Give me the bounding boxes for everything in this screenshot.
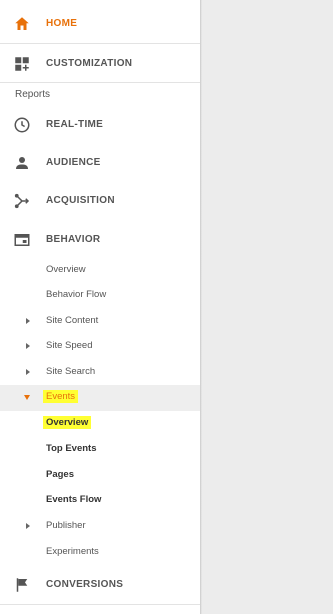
site-content[interactable]: Site Content bbox=[0, 310, 200, 334]
nav-item-realtime[interactable]: REAL-TIME bbox=[0, 105, 200, 144]
sub-item-label: Experiments bbox=[46, 546, 99, 557]
nav-item-customization[interactable]: CUSTOMIZATION bbox=[0, 44, 200, 83]
behavior-flow[interactable]: Behavior Flow bbox=[0, 284, 200, 308]
home-icon bbox=[12, 14, 32, 34]
pages[interactable]: Pages bbox=[0, 464, 200, 488]
person-icon bbox=[12, 153, 32, 173]
events-label-wrap: Events bbox=[43, 390, 79, 403]
events-overview[interactable]: Overview bbox=[0, 412, 200, 436]
nav-label-acquisition: ACQUISITION bbox=[46, 195, 115, 206]
caret-down-icon bbox=[24, 395, 30, 400]
sub-item-label: Site Content bbox=[46, 315, 99, 326]
events-label: Events bbox=[43, 390, 79, 403]
sub-item-label: Overview bbox=[46, 264, 86, 275]
nav-label-conversions: CONVERSIONS bbox=[46, 579, 124, 590]
sub-item-label: Publisher bbox=[46, 520, 86, 531]
site-search[interactable]: Site Search bbox=[0, 361, 200, 385]
sub-item-label: Events Flow bbox=[46, 494, 102, 505]
caret-right-icon bbox=[26, 343, 30, 349]
nav-item-behavior[interactable]: BEHAVIOR bbox=[0, 220, 200, 259]
browser-window-icon bbox=[12, 230, 32, 250]
nav-item-home[interactable]: HOME bbox=[0, 4, 200, 43]
dashboard-plus-icon bbox=[12, 54, 32, 74]
sub-item-label: Top Events bbox=[46, 443, 97, 454]
flag-icon bbox=[12, 575, 32, 595]
divider bbox=[0, 82, 200, 83]
nav-item-audience[interactable]: AUDIENCE bbox=[0, 143, 200, 182]
caret-right-icon bbox=[26, 369, 30, 375]
sub-item-label: Behavior Flow bbox=[46, 289, 107, 300]
nav-label-behavior: BEHAVIOR bbox=[46, 234, 101, 245]
experiments[interactable]: Experiments bbox=[0, 541, 200, 565]
events-overview-label: Overview bbox=[43, 416, 92, 429]
behavior-overview[interactable]: Overview bbox=[0, 259, 200, 283]
events-group[interactable]: Events bbox=[0, 385, 200, 411]
reports-heading: Reports bbox=[15, 89, 51, 100]
divider bbox=[0, 604, 200, 605]
nav-label-realtime: REAL-TIME bbox=[46, 119, 104, 130]
nav-label-audience: AUDIENCE bbox=[46, 157, 101, 168]
nav-item-acquisition[interactable]: ACQUISITION bbox=[0, 181, 200, 220]
sidebar: HOME CUSTOMIZATION Reports REAL-TIME AUD… bbox=[0, 0, 200, 614]
nav-label-home: HOME bbox=[46, 18, 78, 29]
sub-item-label: Site Speed bbox=[46, 340, 93, 351]
top-events[interactable]: Top Events bbox=[0, 438, 200, 462]
caret-right-icon bbox=[26, 523, 30, 529]
sub-item-label: Site Search bbox=[46, 366, 96, 377]
acquisition-arrows-icon bbox=[12, 191, 32, 211]
site-speed[interactable]: Site Speed bbox=[0, 335, 200, 359]
sidebar-edge bbox=[200, 0, 202, 614]
nav-item-conversions[interactable]: CONVERSIONS bbox=[0, 565, 200, 604]
sub-item-label: Pages bbox=[46, 469, 74, 480]
events-flow[interactable]: Events Flow bbox=[0, 489, 200, 513]
caret-right-icon bbox=[26, 318, 30, 324]
events-overview-label-wrap: Overview bbox=[43, 416, 92, 429]
publisher[interactable]: Publisher bbox=[0, 515, 200, 539]
clock-icon bbox=[12, 115, 32, 135]
nav-label-customization: CUSTOMIZATION bbox=[46, 58, 133, 69]
